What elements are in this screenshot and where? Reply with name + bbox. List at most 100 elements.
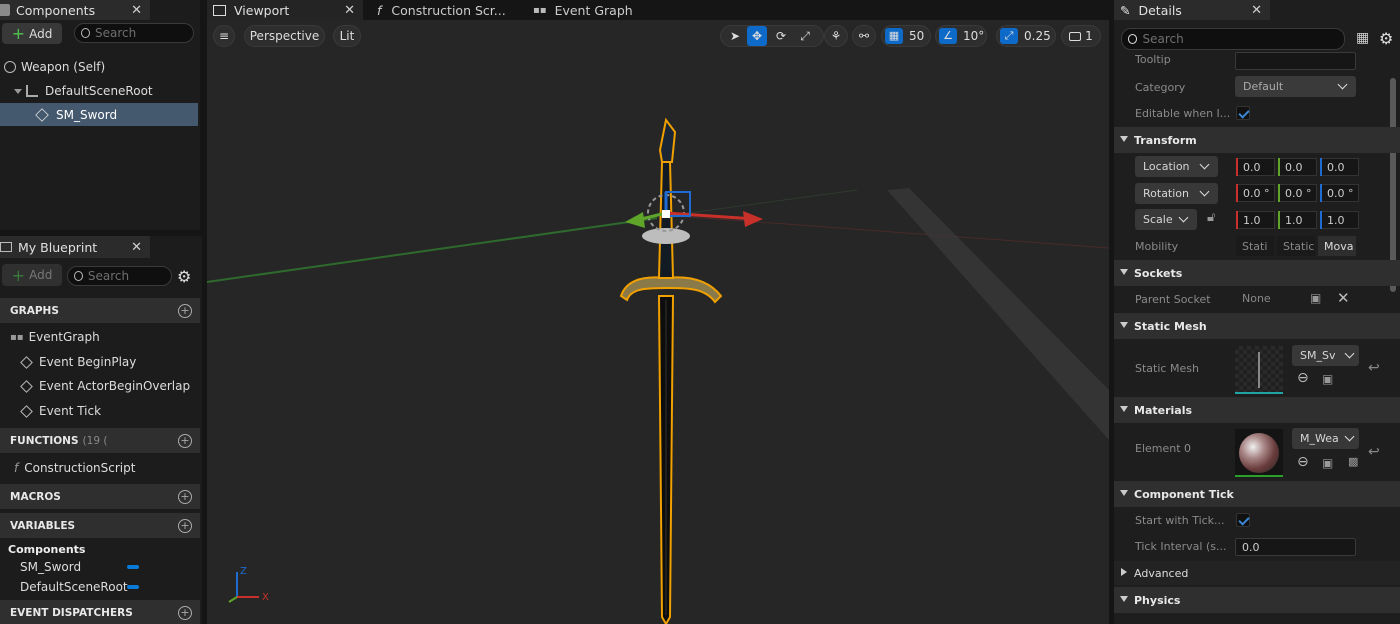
tooltip-field[interactable] <box>1235 52 1356 70</box>
variable-item-sm-sword[interactable]: SM_Sword <box>0 558 200 576</box>
blueprint-search[interactable] <box>67 266 172 286</box>
tick-interval-value: 0.0 <box>1242 540 1260 554</box>
tree-item-weapon-self[interactable]: Weapon (Self) <box>0 56 200 78</box>
rotate-tool-icon[interactable]: ⟳ <box>771 26 791 46</box>
tick-interval-field[interactable]: 0.0 <box>1235 538 1356 556</box>
add-component-button[interactable]: + Add <box>2 23 62 44</box>
lock-icon[interactable]: 🔓︎ <box>1207 210 1215 225</box>
rotation-x-field[interactable]: 0.0 ° <box>1236 184 1275 202</box>
scale-y-field[interactable]: 1.0 <box>1278 211 1317 229</box>
rotation-snap-toggle[interactable]: ∠ 10° <box>935 25 987 47</box>
grid-snap-toggle[interactable]: ▦ 50 <box>881 25 931 47</box>
function-item-constructionscript[interactable]: f ConstructionScript <box>0 457 135 479</box>
use-selected-icon[interactable]: ⊖ <box>1297 370 1309 386</box>
close-icon[interactable]: ✕ <box>344 3 355 18</box>
camera-speed-button[interactable]: 1 <box>1061 25 1101 47</box>
components-search[interactable] <box>74 23 194 43</box>
details-search[interactable] <box>1121 28 1345 50</box>
material-thumbnail[interactable] <box>1235 429 1283 477</box>
section-functions[interactable]: FUNCTIONS (19 ( + <box>0 428 200 453</box>
tab-viewport[interactable]: Viewport ✕ <box>207 0 363 20</box>
category-dropdown[interactable]: Default <box>1235 76 1356 97</box>
tab-construction-script[interactable]: f Construction Scr... <box>369 0 519 20</box>
section-static-mesh[interactable]: Static Mesh <box>1114 313 1400 339</box>
scale-dropdown[interactable]: Scale <box>1135 209 1197 230</box>
mobility-stationary-option[interactable]: Static <box>1277 236 1315 256</box>
browse-socket-icon[interactable]: ▣ <box>1310 291 1321 305</box>
section-sockets[interactable]: Sockets <box>1114 260 1400 286</box>
scale-snap-toggle[interactable]: ⤢ 0.25 <box>996 25 1056 47</box>
section-macros[interactable]: MACROS + <box>0 484 200 509</box>
tree-item-sm-sword[interactable]: SM_Sword <box>0 103 198 126</box>
reset-arrow-icon[interactable]: ↩ <box>1368 360 1380 376</box>
section-event-dispatchers[interactable]: EVENT DISPATCHERS + <box>0 600 200 624</box>
settings-gear-icon[interactable]: ⚙ <box>1379 29 1393 48</box>
world-local-icon[interactable]: ⚘ <box>824 25 848 47</box>
add-graph-icon[interactable]: + <box>178 303 192 318</box>
viewport-menu-button[interactable]: ≡ <box>213 25 235 47</box>
editable-checkbox[interactable] <box>1236 106 1250 120</box>
tab-my-blueprint[interactable]: My Blueprint ✕ <box>0 236 150 258</box>
variable-item-defaultsceneroot[interactable]: DefaultSceneRoot <box>0 578 200 596</box>
scale-z-field[interactable]: 1.0 <box>1320 211 1359 229</box>
material-dropdown[interactable]: M_Wea <box>1292 428 1359 449</box>
close-icon[interactable]: ✕ <box>131 3 142 18</box>
components-search-input[interactable] <box>95 26 193 40</box>
blueprint-search-input[interactable] <box>87 269 171 283</box>
checker-icon[interactable]: ▩ <box>1348 455 1358 468</box>
close-icon[interactable]: ✕ <box>131 240 142 255</box>
event-item-beginplay[interactable]: Event BeginPlay <box>0 351 136 373</box>
section-variables[interactable]: VARIABLES + <box>0 513 200 538</box>
section-transform[interactable]: Transform <box>1114 127 1400 153</box>
event-item-actorbeginoverlap[interactable]: Event ActorBeginOverlap <box>0 375 190 397</box>
add-function-icon[interactable]: + <box>178 433 192 448</box>
add-blueprint-button[interactable]: + Add <box>2 264 62 286</box>
static-mesh-thumbnail[interactable] <box>1235 346 1283 394</box>
close-icon[interactable]: ✕ <box>1251 3 1262 18</box>
location-dropdown[interactable]: Location <box>1135 156 1218 177</box>
rotation-y-field[interactable]: 0.0 ° <box>1278 184 1317 202</box>
static-mesh-dropdown[interactable]: SM_Sv <box>1292 345 1359 366</box>
add-variable-icon[interactable]: + <box>178 518 192 533</box>
scale-tool-icon[interactable]: ⤢ <box>795 26 815 46</box>
details-search-input[interactable] <box>1142 32 1344 46</box>
browse-asset-icon[interactable]: ▣ <box>1322 456 1333 470</box>
clear-icon[interactable]: ✕ <box>1337 289 1350 307</box>
mobility-movable-option[interactable]: Mova <box>1318 236 1356 256</box>
scale-x-field[interactable]: 1.0 <box>1236 211 1275 229</box>
lit-button[interactable]: Lit <box>333 25 361 47</box>
section-physics[interactable]: Physics <box>1114 587 1400 613</box>
section-materials[interactable]: Materials <box>1114 397 1400 423</box>
table-view-icon[interactable]: ▦ <box>1356 30 1369 46</box>
select-tool-icon[interactable]: ➤ <box>725 26 745 46</box>
tab-details[interactable]: ✎ Details ✕ <box>1114 0 1270 20</box>
section-advanced[interactable]: Advanced <box>1114 561 1400 585</box>
use-selected-icon[interactable]: ⊖ <box>1297 454 1309 470</box>
add-dispatcher-icon[interactable]: + <box>178 605 192 620</box>
graph-item-eventgraph[interactable]: ▪▪ EventGraph <box>0 326 100 348</box>
section-component-tick[interactable]: Component Tick <box>1114 481 1400 507</box>
translate-tool-icon[interactable]: ✥ <box>747 26 767 46</box>
settings-gear-icon[interactable]: ⚙ <box>177 267 191 286</box>
tab-event-graph[interactable]: ▪▪ Event Graph <box>527 0 667 20</box>
location-x-field[interactable]: 0.0 <box>1236 158 1275 176</box>
category-label: Category <box>1135 81 1186 94</box>
event-item-tick[interactable]: Event Tick <box>0 400 101 422</box>
reset-arrow-icon[interactable]: ↩ <box>1368 444 1380 460</box>
viewport-scene[interactable] <box>207 20 1109 624</box>
variable-group-components[interactable]: Components <box>0 540 85 558</box>
rotation-dropdown[interactable]: Rotation <box>1135 183 1218 204</box>
rotation-z-field[interactable]: 0.0 ° <box>1320 184 1359 202</box>
location-z-value: 0.0 <box>1327 160 1345 174</box>
surface-snap-icon[interactable]: ⚯ <box>852 25 876 47</box>
tree-item-default-scene-root[interactable]: DefaultSceneRoot <box>0 80 200 102</box>
perspective-button[interactable]: Perspective <box>244 25 325 47</box>
add-macro-icon[interactable]: + <box>178 489 192 504</box>
section-graphs[interactable]: GRAPHS + <box>0 298 200 323</box>
browse-asset-icon[interactable]: ▣ <box>1322 372 1333 386</box>
location-z-field[interactable]: 0.0 <box>1320 158 1359 176</box>
tab-components[interactable]: Components ✕ <box>0 0 150 20</box>
start-with-tick-checkbox[interactable] <box>1236 513 1250 527</box>
location-y-field[interactable]: 0.0 <box>1278 158 1317 176</box>
mobility-static-option[interactable]: Stati <box>1236 236 1274 256</box>
